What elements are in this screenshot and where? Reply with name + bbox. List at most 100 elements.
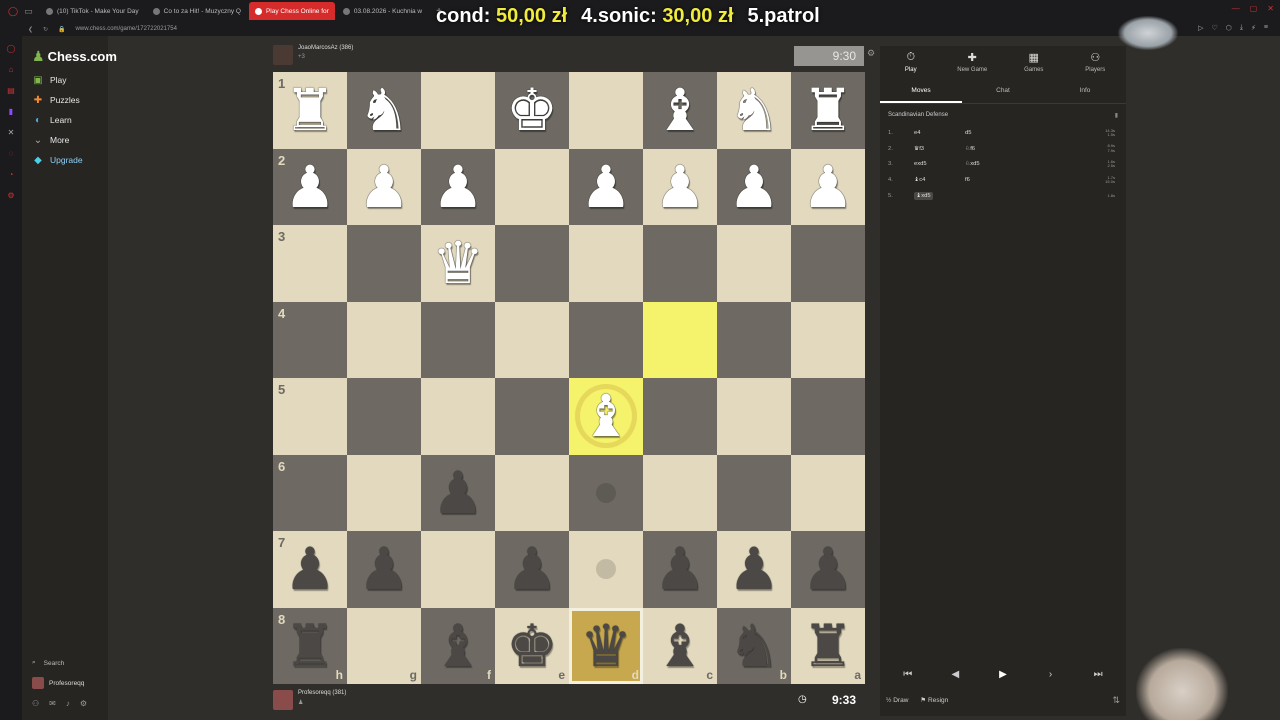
board-square[interactable]: 2 ♟ <box>273 148 347 226</box>
twitch-icon[interactable]: ▮ <box>9 107 13 116</box>
black-move[interactable]: f6 <box>965 177 1095 183</box>
clock-icon[interactable]: ◔ <box>9 170 14 179</box>
maximize-icon[interactable]: ▢ <box>1250 4 1258 13</box>
tab-menu-icon[interactable]: ▭ <box>24 6 33 17</box>
board-square[interactable]: ♝ <box>569 378 643 455</box>
board-square[interactable] <box>791 454 865 531</box>
white-move[interactable]: exd5 <box>914 161 965 167</box>
board-square[interactable] <box>421 301 495 378</box>
white-knight-piece[interactable]: ♞ <box>347 72 421 149</box>
board-square[interactable]: e ♚ <box>495 607 569 685</box>
draw-button[interactable]: ½ Draw <box>886 697 908 704</box>
bookmark-icon[interactable]: ◌ <box>9 149 14 158</box>
avatar[interactable] <box>273 45 293 65</box>
black-knight-piece[interactable]: ♞ <box>717 608 791 685</box>
nav-play[interactable]: ▣ Play <box>22 70 108 90</box>
x-icon[interactable]: ✕ <box>8 128 15 137</box>
white-bishop-piece[interactable]: ♝ <box>569 378 643 455</box>
black-pawn-piece[interactable]: ♟ <box>717 531 791 608</box>
black-pawn-piece[interactable]: ♟ <box>421 455 495 532</box>
tab-players[interactable]: ⚇ Players <box>1065 46 1127 78</box>
tab-info[interactable]: Info <box>1044 78 1126 103</box>
board-square[interactable]: ♞ <box>717 72 791 149</box>
bell-icon[interactable]: ♪ <box>66 699 70 708</box>
white-pawn-piece[interactable]: ♟ <box>273 149 347 226</box>
board-square[interactable] <box>495 225 569 302</box>
board-square[interactable]: ♟ <box>569 148 643 226</box>
black-pawn-piece[interactable]: ♟ <box>273 531 347 608</box>
reload-icon[interactable]: ↻ <box>43 26 48 33</box>
white-bishop-piece[interactable]: ♝ <box>643 72 717 149</box>
black-pawn-piece[interactable]: ♟ <box>791 531 865 608</box>
menu-icon[interactable]: ≡ <box>1264 24 1268 32</box>
board-square[interactable] <box>643 378 717 455</box>
board-square[interactable]: a ♜ <box>791 607 865 685</box>
board-square[interactable] <box>791 301 865 378</box>
board-square[interactable] <box>347 378 421 455</box>
board-square[interactable] <box>717 378 791 455</box>
opera-icon[interactable]: ◯ <box>8 6 18 17</box>
white-pawn-piece[interactable]: ♟ <box>791 149 865 226</box>
board-square[interactable]: ♟ <box>791 148 865 226</box>
board-square[interactable]: ♛ <box>421 225 495 302</box>
black-king-piece[interactable]: ♚ <box>495 608 569 685</box>
opening-name[interactable]: Scandinavian Defense <box>888 112 948 119</box>
opera-icon[interactable]: ◯ <box>7 44 16 53</box>
gear-icon[interactable]: ⚙ <box>867 48 875 59</box>
board-square[interactable] <box>495 378 569 455</box>
mail-icon[interactable]: ✉ <box>49 699 56 708</box>
browser-tab-active[interactable]: Play Chess Online for <box>248 2 335 20</box>
last-move-button[interactable]: ⏭ <box>1077 663 1119 685</box>
tab-games[interactable]: ▦ Games <box>1003 46 1065 78</box>
board-square[interactable]: 8 h ♜ <box>273 607 347 684</box>
browser-tab[interactable]: Co to za Hit! - Muzyczny Q <box>147 2 247 20</box>
black-rook-piece[interactable]: ♜ <box>791 608 865 685</box>
back-icon[interactable]: ❮ <box>28 26 33 33</box>
board-square[interactable]: ♟ <box>643 531 717 608</box>
tab-new-game[interactable]: ✚ New Game <box>942 46 1004 78</box>
board-square[interactable] <box>717 301 791 378</box>
nav-learn[interactable]: ◐ Learn <box>22 110 108 130</box>
white-king-piece[interactable]: ♚ <box>495 72 569 149</box>
board-square[interactable] <box>717 225 791 302</box>
history-icon[interactable]: ▤ <box>7 86 15 95</box>
board-square[interactable] <box>791 378 865 455</box>
white-move[interactable]: ♛f3 <box>914 146 965 152</box>
white-queen-piece[interactable]: ♛ <box>421 225 495 302</box>
nav-user[interactable]: Profesoreqq <box>22 676 108 690</box>
black-bishop-piece[interactable]: ♝ <box>421 608 495 685</box>
black-bishop-piece[interactable]: ♝ <box>643 608 717 685</box>
white-pawn-piece[interactable]: ♟ <box>569 149 643 226</box>
black-move[interactable]: d5 <box>965 130 1095 136</box>
tab-play[interactable]: ⏱ Play <box>880 46 942 78</box>
black-move[interactable]: ♘f6 <box>965 146 1095 152</box>
home-icon[interactable]: ⌂ <box>9 65 14 74</box>
white-rook-piece[interactable]: ♜ <box>273 72 347 149</box>
black-pawn-piece[interactable]: ♟ <box>347 531 421 608</box>
board-square[interactable]: 7 ♟ <box>273 531 347 608</box>
white-rook-piece[interactable]: ♜ <box>791 72 865 149</box>
people-icon[interactable]: ⚇ <box>32 699 39 708</box>
white-move[interactable]: ♝c4 <box>914 177 965 183</box>
previous-move-button[interactable]: ◀ <box>934 663 976 685</box>
chess-board[interactable]: 1 ♜ ♞ ♚ ♝ ♞ ♜ 2 ♟ ♟ ♟ ♟ ♟ ♟ ♟ 3 ♛ 4 5 ♝ 6 ♟ 7 ♟ ♟ ♟ ♟ ♟ ♟ 8 h ♜ g f ♝ e ♚ d ♛ c… <box>273 72 865 684</box>
board-square[interactable] <box>495 148 569 225</box>
gear-icon[interactable]: ⚙ <box>80 699 87 708</box>
board-square[interactable]: ♜ <box>791 72 865 149</box>
nav-puzzles[interactable]: ✚ Puzzles <box>22 90 108 110</box>
black-queen-piece[interactable]: ♛ <box>569 608 643 685</box>
board-square[interactable]: ♟ <box>717 531 791 608</box>
play-icon[interactable]: ▷ <box>1198 24 1203 32</box>
board-square[interactable]: 1 ♜ <box>273 72 347 149</box>
black-pawn-piece[interactable]: ♟ <box>495 531 569 608</box>
settings-icon[interactable]: ⚙ <box>7 191 14 200</box>
board-square[interactable] <box>643 301 717 378</box>
board-square[interactable]: 3 <box>273 225 347 302</box>
board-square[interactable]: 4 <box>273 301 347 378</box>
board-square[interactable] <box>569 72 643 149</box>
nav-more[interactable]: ⌄ More <box>22 130 108 150</box>
download-icon[interactable]: ⤓ <box>1240 24 1243 32</box>
white-knight-piece[interactable]: ♞ <box>717 72 791 149</box>
board-square[interactable]: ♟ <box>421 454 495 532</box>
board-square[interactable]: g <box>347 607 421 684</box>
